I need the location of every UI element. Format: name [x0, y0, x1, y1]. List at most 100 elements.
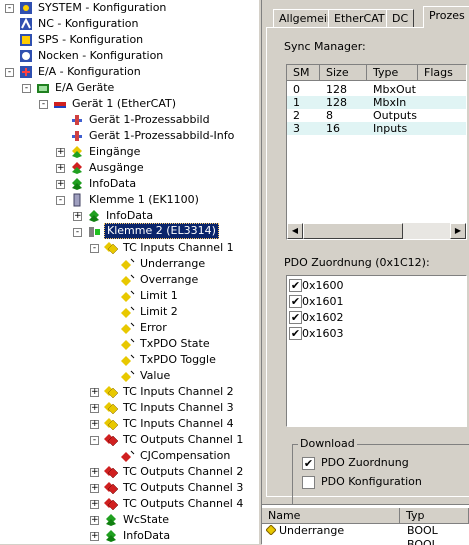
table-row[interactable]: 1 128 MbxIn: [287, 96, 466, 109]
tree-item-label: TC Outputs Channel 1: [123, 433, 244, 446]
pdo-konfiguration-label: PDO Konfiguration: [321, 475, 422, 488]
collapse-icon[interactable]: -: [5, 4, 14, 13]
expand-icon[interactable]: +: [90, 404, 99, 413]
collapse-icon[interactable]: -: [90, 436, 99, 445]
horizontal-scrollbar[interactable]: ◀ ▶: [287, 223, 466, 239]
scroll-right-icon[interactable]: ▶: [450, 223, 466, 239]
pdo-konfiguration-checkbox[interactable]: [302, 476, 315, 489]
tree-item[interactable]: - TC Inputs Channel 1: [0, 240, 258, 256]
tree-item[interactable]: NC - Konfiguration: [0, 16, 258, 32]
expand-icon[interactable]: +: [56, 180, 65, 189]
tree-item-label: InfoData: [89, 177, 137, 190]
tree-item[interactable]: - Klemme 1 (EK1100): [0, 192, 258, 208]
tree-item[interactable]: + Eingänge: [0, 144, 258, 160]
tree-item[interactable]: Limit 2: [0, 304, 258, 320]
inputs-icon: [70, 145, 84, 159]
var-out-icon: [121, 449, 135, 463]
tree-item-label: TC Inputs Channel 3: [123, 401, 234, 414]
tree-item[interactable]: + WcState: [0, 512, 258, 528]
scroll-thumb[interactable]: [303, 223, 403, 239]
tree-item[interactable]: TxPDO State: [0, 336, 258, 352]
tree-item[interactable]: Underrange: [0, 256, 258, 272]
expand-icon[interactable]: +: [56, 148, 65, 157]
tree-item[interactable]: + InfoData: [0, 208, 258, 224]
sync-manager-list[interactable]: SM Size Type Flags 0 128 MbxOut 1 128 MbxIn 2 8 Outp…: [286, 64, 467, 240]
system-icon: [19, 1, 33, 15]
tree-item[interactable]: Limit 1: [0, 288, 258, 304]
input-var-icon: [104, 417, 119, 431]
tab-prozessdaten[interactable]: Prozes: [423, 6, 469, 28]
pdo-zuordnung-checkbox[interactable]: ✔: [302, 457, 315, 470]
column-header-name[interactable]: Name: [262, 508, 400, 524]
expand-icon[interactable]: +: [73, 212, 82, 221]
expand-icon[interactable]: +: [90, 500, 99, 509]
tree-item[interactable]: + TC Outputs Channel 4: [0, 496, 258, 512]
table-row[interactable]: 0 128 MbxOut: [287, 83, 466, 96]
tree-item[interactable]: Gerät 1-Prozessabbild-Info: [0, 128, 258, 144]
collapse-icon[interactable]: -: [73, 228, 82, 237]
tree-item-label: TC Outputs Channel 2: [123, 465, 244, 478]
pdo-checkbox[interactable]: ✔: [289, 279, 302, 292]
expand-icon[interactable]: +: [90, 468, 99, 477]
scroll-left-icon[interactable]: ◀: [287, 223, 303, 239]
pdo-checkbox[interactable]: ✔: [289, 311, 302, 324]
column-header-typ[interactable]: Typ: [400, 508, 469, 524]
tree-item[interactable]: Gerät 1-Prozessabbild: [0, 112, 258, 128]
expand-icon[interactable]: +: [90, 516, 99, 525]
collapse-icon[interactable]: -: [39, 100, 48, 109]
tree-item[interactable]: + Ausgänge: [0, 160, 258, 176]
tree-item[interactable]: - Gerät 1 (EtherCAT): [0, 96, 258, 112]
infodata-icon: [104, 513, 118, 527]
tree-item[interactable]: + TC Inputs Channel 2: [0, 384, 258, 400]
detail-panel: Allgemein EtherCAT DC Prozes Sync Manage…: [262, 0, 469, 544]
pdo-item[interactable]: ✔ 0x1602: [287, 310, 466, 326]
tree-item[interactable]: - SYSTEM - Konfiguration: [0, 0, 258, 16]
collapse-icon[interactable]: -: [56, 196, 65, 205]
table-row[interactable]: 3 16 Inputs: [287, 122, 466, 135]
tree-item[interactable]: Value: [0, 368, 258, 384]
tree-item[interactable]: + TC Outputs Channel 2: [0, 464, 258, 480]
pdo-item[interactable]: ✔ 0x1603: [287, 326, 466, 342]
column-header[interactable]: SM: [287, 65, 320, 81]
table-cell: 8: [326, 109, 333, 122]
pdo-item[interactable]: ✔ 0x1601: [287, 294, 466, 310]
pdo-assignment-list[interactable]: ✔ 0x1600 ✔ 0x1601 ✔ 0x1602 ✔ 0x1603: [286, 275, 467, 427]
tree-item[interactable]: + TC Outputs Channel 3: [0, 480, 258, 496]
solution-tree[interactable]: - SYSTEM - Konfiguration NC - Konfiguratio…: [0, 0, 258, 544]
pdo-checkbox[interactable]: ✔: [289, 327, 302, 340]
expand-icon[interactable]: +: [90, 484, 99, 493]
collapse-icon[interactable]: -: [5, 68, 14, 77]
tree-item[interactable]: + InfoData: [0, 528, 258, 544]
tab-ethercat[interactable]: EtherCAT: [328, 9, 391, 27]
tab-dc[interactable]: DC: [386, 9, 415, 27]
table-row[interactable]: 2 8 Outputs: [287, 109, 466, 122]
collapse-icon[interactable]: -: [22, 84, 31, 93]
expand-icon[interactable]: +: [90, 420, 99, 429]
expand-icon[interactable]: +: [56, 164, 65, 173]
tree-item[interactable]: + TC Inputs Channel 3: [0, 400, 258, 416]
tree-item[interactable]: CJCompensation: [0, 448, 258, 464]
tree-item-label: Nocken - Konfiguration: [38, 49, 164, 62]
tree-item[interactable]: Nocken - Konfiguration: [0, 48, 258, 64]
column-header[interactable]: Size: [320, 65, 367, 81]
ethercat-device-icon: [53, 97, 67, 111]
pdo-item[interactable]: ✔ 0x1600: [287, 278, 466, 294]
tree-item[interactable]: SPS - Konfiguration: [0, 32, 258, 48]
tree-item[interactable]: Overrange: [0, 272, 258, 288]
tree-item[interactable]: - E/A - Konfiguration: [0, 64, 258, 80]
tree-item[interactable]: - TC Outputs Channel 1: [0, 432, 258, 448]
tree-item[interactable]: TxPDO Toggle: [0, 352, 258, 368]
column-header[interactable]: Type: [367, 65, 418, 81]
pdo-checkbox[interactable]: ✔: [289, 295, 302, 308]
tree-item[interactable]: Error: [0, 320, 258, 336]
variable-list[interactable]: Name Typ Underrange BOOL BOOL: [262, 504, 469, 545]
output-var-icon: [104, 465, 119, 479]
collapse-icon[interactable]: -: [90, 244, 99, 253]
tree-item[interactable]: - Klemme 2 (EL3314): [0, 223, 258, 240]
tree-item[interactable]: + TC Inputs Channel 4: [0, 416, 258, 432]
expand-icon[interactable]: +: [90, 532, 99, 541]
column-header[interactable]: Flags: [418, 65, 466, 81]
expand-icon[interactable]: +: [90, 388, 99, 397]
tree-item[interactable]: - E/A Geräte: [0, 80, 258, 96]
tree-item[interactable]: + InfoData: [0, 176, 258, 192]
